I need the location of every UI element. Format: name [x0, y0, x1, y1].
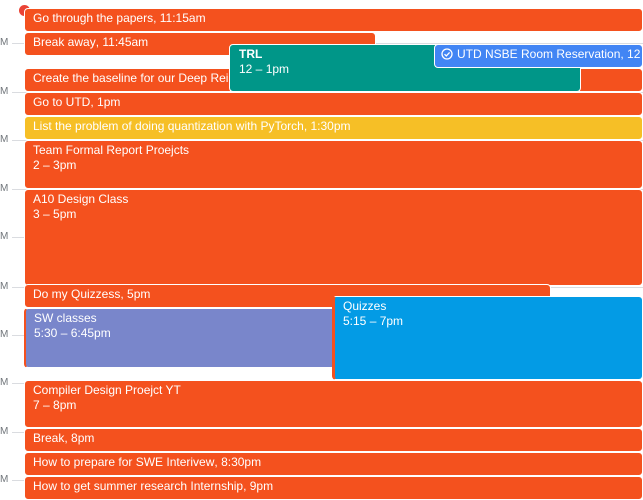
event-time: 7 – 8pm — [33, 398, 77, 412]
event-swe-interview[interactable]: How to prepare for SWE Interivew, 8:30pm — [24, 452, 643, 476]
hour-label: M — [0, 329, 9, 340]
event-title: Break away — [33, 35, 96, 49]
hour-label: M — [0, 281, 9, 292]
event-go-to-utd[interactable]: Go to UTD, 1pm — [24, 92, 643, 116]
event-title: SW classes — [34, 311, 97, 325]
event-title: Create the baseline for our Deep Rei — [33, 71, 229, 85]
hour-label: M — [0, 183, 9, 194]
hour-label: M — [0, 37, 9, 48]
event-utd-nsbe-reservation[interactable]: UTD NSBE Room Reservation, 12 — [434, 44, 643, 68]
event-compiler-design[interactable]: Compiler Design Proejct YT 7 – 8pm — [24, 380, 643, 428]
hour-label: M — [0, 377, 9, 388]
event-break[interactable]: Break, 8pm — [24, 428, 643, 452]
event-time: , 8pm — [64, 431, 95, 445]
event-a10-design-class[interactable]: A10 Design Class 3 – 5pm — [24, 189, 643, 286]
event-time: , 9pm — [243, 479, 274, 493]
event-time: 2 – 3pm — [33, 158, 77, 172]
event-title: Quizzes — [343, 299, 387, 313]
event-title: UTD NSBE Room Reservation, 12 — [457, 47, 641, 61]
event-title: A10 Design Class — [33, 192, 129, 206]
event-time: , 11:45am — [95, 35, 149, 49]
event-time: , 1pm — [90, 95, 121, 109]
event-title: Go through the papers — [33, 11, 154, 25]
event-sw-classes[interactable]: SW classes 5:30 – 6:45pm — [24, 308, 336, 368]
event-title: Break — [33, 431, 65, 445]
event-time: , 8:30pm — [214, 455, 262, 469]
hour-label: M — [0, 134, 9, 145]
event-quizzes[interactable]: Quizzes 5:15 – 7pm — [332, 296, 643, 380]
hour-label: M — [0, 86, 9, 97]
event-title: List the problem of doing quantization w… — [33, 119, 304, 133]
event-title: Team Formal Report Proejcts — [33, 143, 190, 157]
event-title: Compiler Design Proejct YT — [33, 383, 181, 397]
event-title: Do my Quizzess — [33, 287, 121, 301]
event-time: 3 – 5pm — [33, 207, 77, 221]
event-quantization[interactable]: List the problem of doing quantization w… — [24, 116, 643, 140]
event-time: , 1:30pm — [303, 119, 351, 133]
event-title: How to get summer research Internship — [33, 479, 244, 493]
event-title: Go to UTD — [33, 95, 91, 109]
event-time: , 11:15am — [153, 11, 206, 25]
event-time: , 5pm — [120, 287, 151, 301]
event-summer-research[interactable]: How to get summer research Internship, 9… — [24, 476, 643, 500]
event-team-formal-report[interactable]: Team Formal Report Proejcts 2 – 3pm — [24, 140, 643, 189]
hour-label: M — [0, 426, 9, 437]
event-time: 5:30 – 6:45pm — [34, 326, 111, 340]
check-circle-icon — [441, 48, 453, 60]
hour-label: M — [0, 474, 9, 485]
event-time: 5:15 – 7pm — [343, 314, 404, 328]
event-title: How to prepare for SWE Interivew — [33, 455, 215, 469]
event-go-through-papers[interactable]: Go through the papers, 11:15am — [24, 8, 643, 32]
hour-label: M — [0, 231, 9, 242]
